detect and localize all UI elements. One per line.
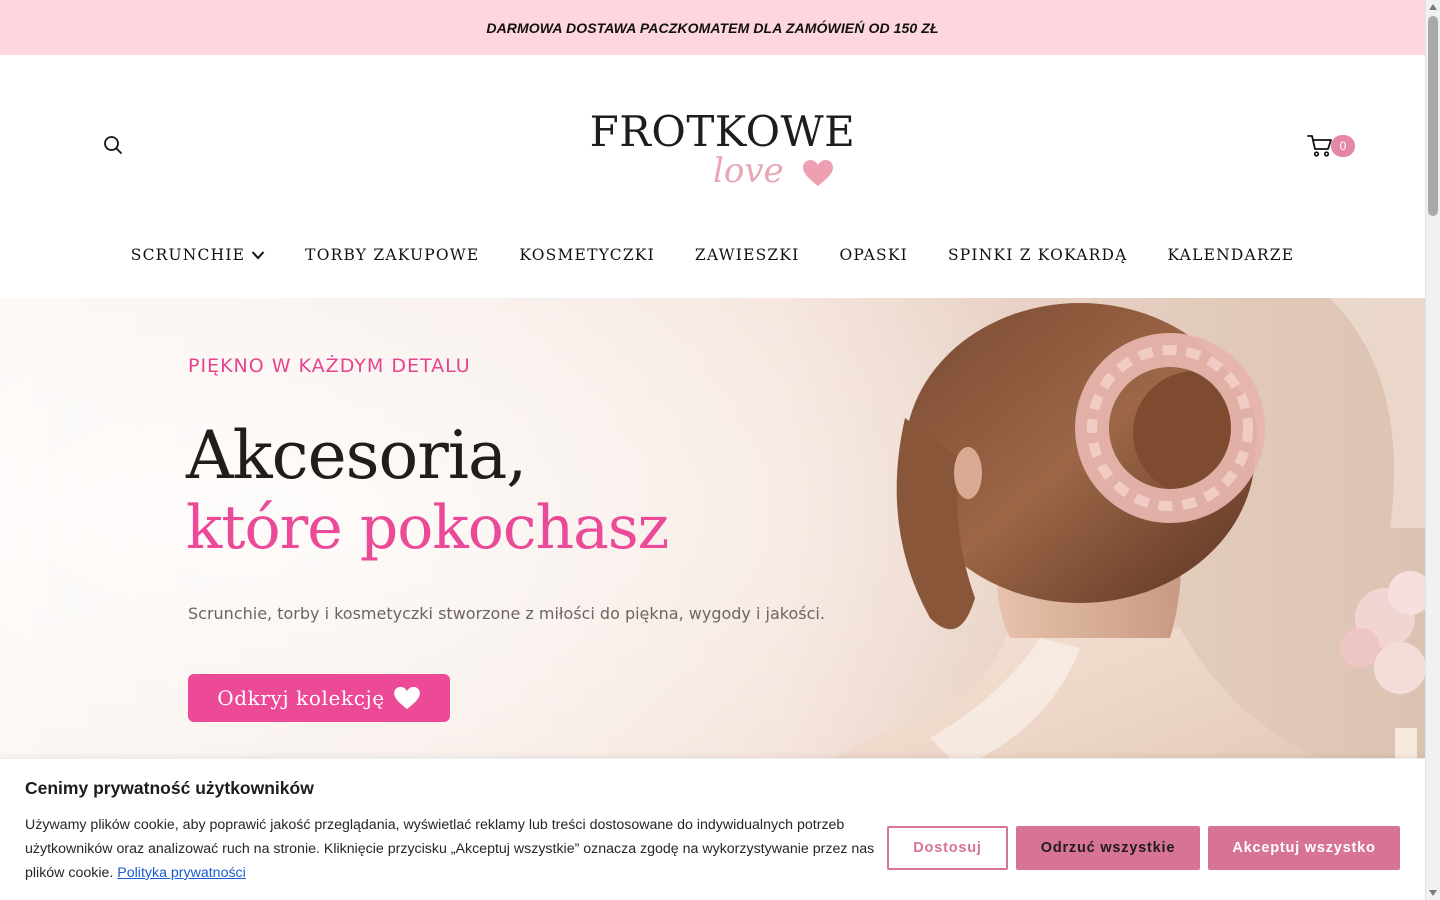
hero-title-accent: które pokochasz <box>186 493 669 563</box>
cart-icon <box>1307 135 1332 157</box>
chevron-down-icon <box>251 251 265 260</box>
scroll-down-arrow-icon[interactable] <box>1429 890 1437 896</box>
site-header: FROTKOWE love 0 SCRUNCHIE TORBY ZAKUPOWE… <box>0 55 1425 298</box>
accept-all-button[interactable]: Akceptuj wszystko <box>1208 826 1400 870</box>
heart-icon <box>393 686 420 710</box>
cta-label: Odkryj kolekcję <box>217 686 385 710</box>
nav-item-torby-zakupowe[interactable]: TORBY ZAKUPOWE <box>285 240 499 270</box>
main-nav: SCRUNCHIE TORBY ZAKUPOWE KOSMETYCZKI ZAW… <box>0 240 1425 270</box>
nav-item-opaski[interactable]: OPASKI <box>820 240 928 270</box>
page-scrollbar[interactable] <box>1425 0 1440 900</box>
cookie-description: Używamy plików cookie, aby poprawić jako… <box>25 813 875 885</box>
site-logo[interactable]: FROTKOWE love <box>585 107 860 192</box>
logo-wordmark: FROTKOWE <box>589 107 856 156</box>
announcement-bar: DARMOWA DOSTAWA PACZKOMATEM DLA ZAMÓWIEŃ… <box>0 0 1425 55</box>
page: DARMOWA DOSTAWA PACZKOMATEM DLA ZAMÓWIEŃ… <box>0 0 1425 900</box>
heart-icon <box>803 160 833 186</box>
nav-item-kosmetyczki[interactable]: KOSMETYCZKI <box>499 240 675 270</box>
nav-item-label: SCRUNCHIE <box>130 246 246 264</box>
discover-collection-button[interactable]: Odkryj kolekcję <box>188 674 450 722</box>
search-icon <box>104 136 122 154</box>
privacy-policy-link[interactable]: Polityka prywatności <box>117 865 246 881</box>
customize-button[interactable]: Dostosuj <box>887 826 1008 870</box>
cookie-banner: Cenimy prywatność użytkowników Używamy p… <box>0 758 1425 900</box>
nav-item-label: ZAWIESZKI <box>694 246 800 264</box>
nav-item-zawieszki[interactable]: ZAWIESZKI <box>675 240 820 270</box>
cookie-title: Cenimy prywatność użytkowników <box>25 778 314 798</box>
scroll-up-arrow-icon[interactable] <box>1429 4 1437 10</box>
logo-script: love <box>713 151 784 191</box>
nav-item-spinki-z-kokarda[interactable]: SPINKI Z KOKARDĄ <box>928 240 1148 270</box>
hero-title: Akcesoria, <box>186 417 527 494</box>
nav-item-kalendarze[interactable]: KALENDARZE <box>1148 240 1315 270</box>
hero-subtitle: Scrunchie, torby i kosmetyczki stworzone… <box>188 604 825 623</box>
scrollbar-thumb[interactable] <box>1428 16 1438 216</box>
nav-item-label: SPINKI Z KOKARDĄ <box>947 246 1128 264</box>
hero-kicker: PIĘKNO W KAŻDYM DETALU <box>188 355 471 377</box>
nav-item-label: KOSMETYCZKI <box>519 246 655 264</box>
nav-item-label: KALENDARZE <box>1167 246 1295 264</box>
reject-all-button[interactable]: Odrzuć wszystkie <box>1016 826 1200 870</box>
cart-button[interactable]: 0 <box>1307 133 1357 161</box>
nav-item-label: OPASKI <box>839 246 908 264</box>
nav-item-label: TORBY ZAKUPOWE <box>305 246 480 264</box>
announcement-text: DARMOWA DOSTAWA PACZKOMATEM DLA ZAMÓWIEŃ… <box>486 19 939 36</box>
search-button[interactable] <box>102 134 124 156</box>
nav-item-scrunchie[interactable]: SCRUNCHIE <box>111 240 285 270</box>
cart-count-badge: 0 <box>1331 135 1355 157</box>
